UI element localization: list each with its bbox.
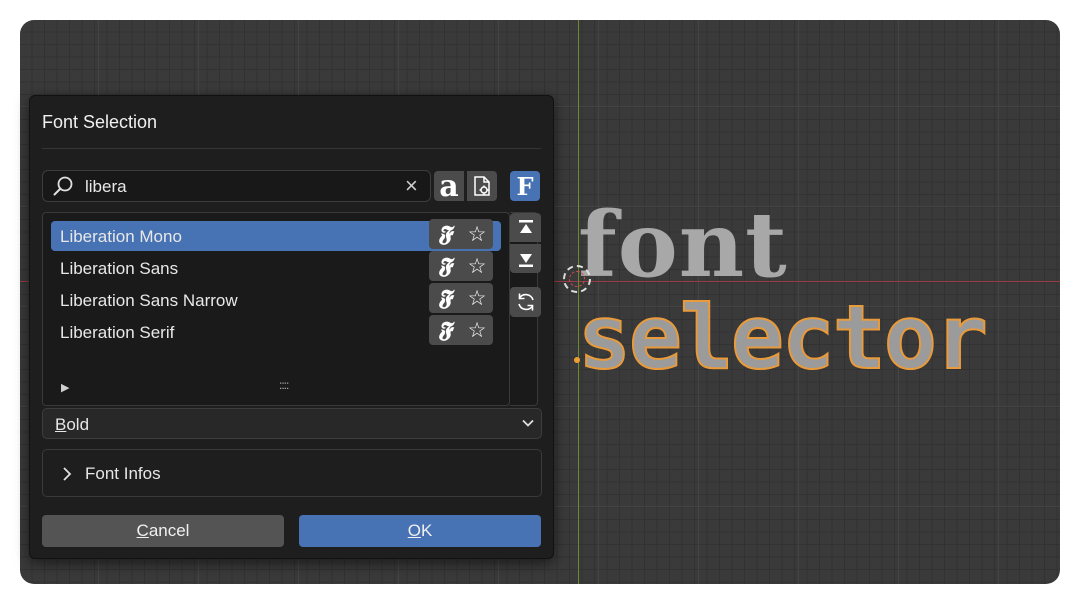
font-style-icon[interactable]: 𝕱 — [429, 315, 461, 345]
list-item[interactable]: Liberation Sans Narrow 𝕱 ☆ — [51, 283, 501, 315]
3d-text-font[interactable]: font — [578, 200, 788, 290]
ok-button[interactable]: OK — [299, 515, 541, 547]
move-bottom-icon[interactable] — [510, 244, 541, 273]
refresh-icon[interactable] — [510, 287, 541, 317]
search-icon — [53, 176, 73, 196]
style-value: Bold — [55, 415, 90, 434]
font-name: Liberation Sans — [60, 259, 179, 278]
font-name: Liberation Sans Narrow — [60, 291, 238, 310]
file-settings-icon[interactable] — [467, 171, 497, 201]
font-name: Liberation Serif — [60, 323, 175, 342]
cancel-button[interactable]: Cancel — [42, 515, 284, 547]
font-style-icon[interactable]: 𝕱 — [429, 219, 461, 249]
move-top-icon[interactable] — [510, 213, 541, 242]
star-icon[interactable]: ☆ — [461, 251, 493, 281]
3d-cursor-icon — [563, 265, 591, 293]
row-actions: 𝕱 ☆ — [429, 283, 493, 313]
font-name: Liberation Mono — [60, 227, 182, 246]
bold-font-icon[interactable]: F — [510, 171, 540, 201]
font-infos-label: Font Infos — [85, 464, 161, 483]
3d-text-selector[interactable]: selector — [577, 293, 989, 383]
font-style-select[interactable]: Bold — [42, 408, 542, 439]
list-item[interactable]: Liberation Sans 𝕱 ☆ — [51, 251, 501, 283]
star-icon[interactable]: ☆ — [461, 315, 493, 345]
list-item[interactable]: Liberation Serif 𝕱 ☆ — [51, 315, 501, 347]
list-item[interactable]: Liberation Mono 𝕱 ☆ — [51, 219, 501, 251]
row-actions: 𝕱 ☆ — [429, 251, 493, 281]
font-style-icon[interactable]: 𝕱 — [429, 283, 461, 313]
row-actions: 𝕱 ☆ — [429, 315, 493, 345]
object-origin-dot — [574, 357, 580, 363]
chevron-down-icon — [522, 419, 534, 427]
font-selection-dialog: Font Selection × a F Liberation Mono 𝕱 ☆ — [29, 95, 554, 559]
row-actions: 𝕱 ☆ — [429, 219, 493, 249]
font-style-icon[interactable]: 𝕱 — [429, 251, 461, 281]
search-input[interactable] — [83, 175, 407, 199]
list-resize-grip[interactable]: :::: — [279, 378, 289, 392]
dialog-title: Font Selection — [42, 112, 158, 132]
font-list: Liberation Mono 𝕱 ☆ Liberation Sans 𝕱 ☆ … — [42, 212, 510, 406]
title-divider — [42, 148, 541, 149]
star-icon[interactable]: ☆ — [461, 219, 493, 249]
list-expand-icon[interactable]: ▶ — [61, 381, 69, 394]
chevron-right-icon — [63, 467, 72, 481]
clear-icon[interactable]: × — [405, 174, 418, 198]
font-infos-panel[interactable]: Font Infos — [42, 449, 542, 497]
star-icon[interactable]: ☆ — [461, 283, 493, 313]
font-preview-icon[interactable]: a — [434, 169, 464, 204]
search-box[interactable]: × — [42, 170, 431, 202]
